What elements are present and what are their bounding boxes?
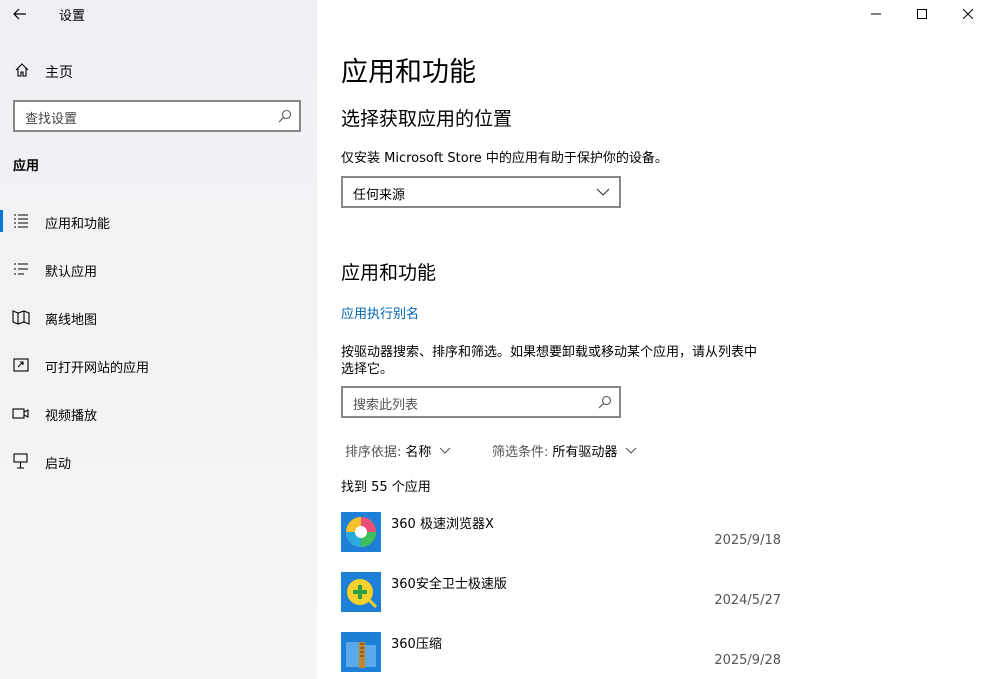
app-list-item[interactable]: 360 极速浏览器X 2025/9/18	[341, 512, 781, 570]
app-install-date: 2024/5/27	[714, 593, 781, 608]
app-count: 找到 55 个应用	[341, 480, 431, 495]
360-security-icon	[341, 572, 381, 612]
sidebar-item-default-apps[interactable]: 默认应用	[0, 246, 317, 294]
app-execution-alias-link[interactable]: 应用执行别名	[341, 303, 419, 322]
sidebar-item-label: 视频播放	[45, 409, 98, 424]
sidebar-item-label: 可打开网站的应用	[45, 361, 150, 376]
sidebar-item-label: 离线地图	[45, 313, 98, 328]
app-list-search-input[interactable]: 搜索此列表	[341, 386, 621, 418]
sidebar-item-label: 启动	[45, 457, 72, 472]
minimize-button[interactable]	[853, 0, 899, 28]
filter-dropdown[interactable]: 筛选条件: 所有驱动器	[492, 441, 637, 460]
sidebar-item-video-playback[interactable]: 视频播放	[0, 390, 317, 438]
chevron-down-icon	[596, 188, 610, 196]
sidebar-item-startup[interactable]: 启动	[0, 438, 317, 486]
settings-search-placeholder: 查找设置	[25, 112, 78, 127]
sidebar-item-label: 应用和功能	[45, 217, 111, 232]
app-install-date: 2025/9/28	[714, 653, 781, 668]
maximize-icon	[917, 9, 927, 19]
sidebar-nav: 应用和功能 默认应用 离线地图 可打开网站的应用 视频播放 启动	[0, 198, 317, 486]
app-list-item[interactable]: 360压缩 2025/9/28	[341, 632, 781, 679]
install-section-heading: 选择获取应用的位置	[341, 108, 513, 130]
filter-label: 筛选条件:	[492, 445, 549, 460]
sidebar-item-label: 默认应用	[45, 265, 98, 280]
apps-description-line2: 选择它。	[341, 362, 394, 377]
sidebar-item-apps-for-websites[interactable]: 可打开网站的应用	[0, 342, 317, 390]
home-label: 主页	[45, 65, 73, 81]
search-icon	[598, 395, 612, 409]
sort-dropdown[interactable]: 排序依据: 名称	[345, 441, 451, 460]
app-name: 360压缩	[391, 637, 442, 652]
startup-icon	[13, 453, 28, 469]
home-icon	[15, 63, 29, 77]
app-name: 360安全卫士极速版	[391, 577, 507, 592]
video-playback-icon	[12, 408, 29, 419]
sidebar-item-offline-maps[interactable]: 离线地图	[0, 294, 317, 342]
settings-search-input[interactable]: 查找设置	[13, 100, 301, 132]
sidebar-section-title: 应用	[13, 159, 40, 174]
sidebar: 设置 主页 查找设置 应用 应用和功能 默认应用 离线地图 可打开网站的应用 视…	[0, 0, 317, 679]
app-list-item[interactable]: 360安全卫士极速版 2024/5/27	[341, 572, 781, 630]
app-source-value: 任何来源	[353, 188, 406, 203]
install-description: 仅安装 Microsoft Store 中的应用有助于保护你的设备。	[341, 151, 668, 166]
apps-description-line1: 按驱动器搜索、排序和筛选。如果想要卸载或移动某个应用，请从列表中	[341, 345, 758, 360]
chevron-down-icon	[626, 447, 637, 454]
default-apps-icon	[14, 263, 28, 275]
sort-value: 名称	[405, 445, 432, 460]
app-list-search-placeholder: 搜索此列表	[353, 398, 419, 413]
sort-label: 排序依据:	[345, 445, 402, 460]
360-browser-icon	[341, 512, 381, 552]
offline-maps-icon	[12, 310, 30, 325]
close-button[interactable]	[945, 0, 991, 28]
app-install-date: 2025/9/18	[714, 533, 781, 548]
back-arrow-icon	[13, 8, 26, 20]
filter-value: 所有驱动器	[552, 445, 618, 460]
maximize-button[interactable]	[899, 0, 945, 28]
title-bar: 设置	[0, 0, 317, 28]
page-title: 应用和功能	[341, 57, 476, 88]
app-name: 360 极速浏览器X	[391, 517, 494, 532]
window-controls	[853, 0, 991, 28]
apps-for-websites-icon	[13, 358, 29, 372]
main-content: 应用和功能 选择获取应用的位置 仅安装 Microsoft Store 中的应用…	[317, 0, 991, 679]
apps-features-icon	[14, 214, 28, 228]
close-icon	[963, 9, 973, 19]
chevron-down-icon	[440, 447, 451, 454]
apps-section-heading: 应用和功能	[341, 262, 437, 284]
minimize-icon	[871, 13, 881, 15]
window-title: 设置	[59, 9, 86, 24]
back-button[interactable]	[6, 0, 34, 28]
home-nav-item[interactable]: 主页	[0, 56, 317, 84]
360-zip-icon	[341, 632, 381, 672]
active-indicator	[0, 210, 3, 232]
sidebar-item-apps-features[interactable]: 应用和功能	[0, 198, 317, 246]
app-source-dropdown[interactable]: 任何来源	[341, 176, 621, 208]
search-icon	[278, 109, 292, 123]
